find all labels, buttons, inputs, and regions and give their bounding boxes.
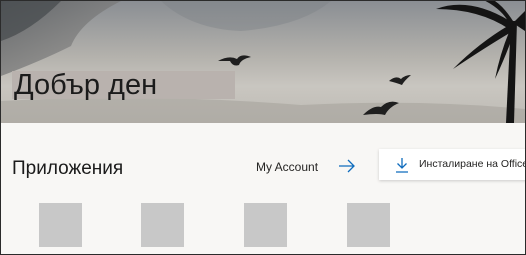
office-home-window: Добър ден Приложения My Account Инсталир…	[0, 0, 526, 255]
my-account-link[interactable]: My Account	[256, 160, 318, 174]
arrow-right-icon[interactable]	[338, 158, 356, 174]
hero-banner: Добър ден	[1, 1, 525, 123]
app-tile[interactable]	[347, 203, 390, 247]
hero-background-image	[1, 1, 525, 123]
download-icon	[396, 158, 408, 173]
app-tile[interactable]	[141, 203, 184, 247]
greeting-text: Добър ден	[14, 69, 158, 101]
app-tile[interactable]	[39, 203, 82, 247]
apps-section-title: Приложения	[12, 158, 124, 179]
install-office-label: Инсталиране на Office	[419, 158, 526, 170]
app-tile[interactable]	[244, 203, 287, 247]
install-office-button[interactable]: Инсталиране на Office	[379, 149, 526, 180]
